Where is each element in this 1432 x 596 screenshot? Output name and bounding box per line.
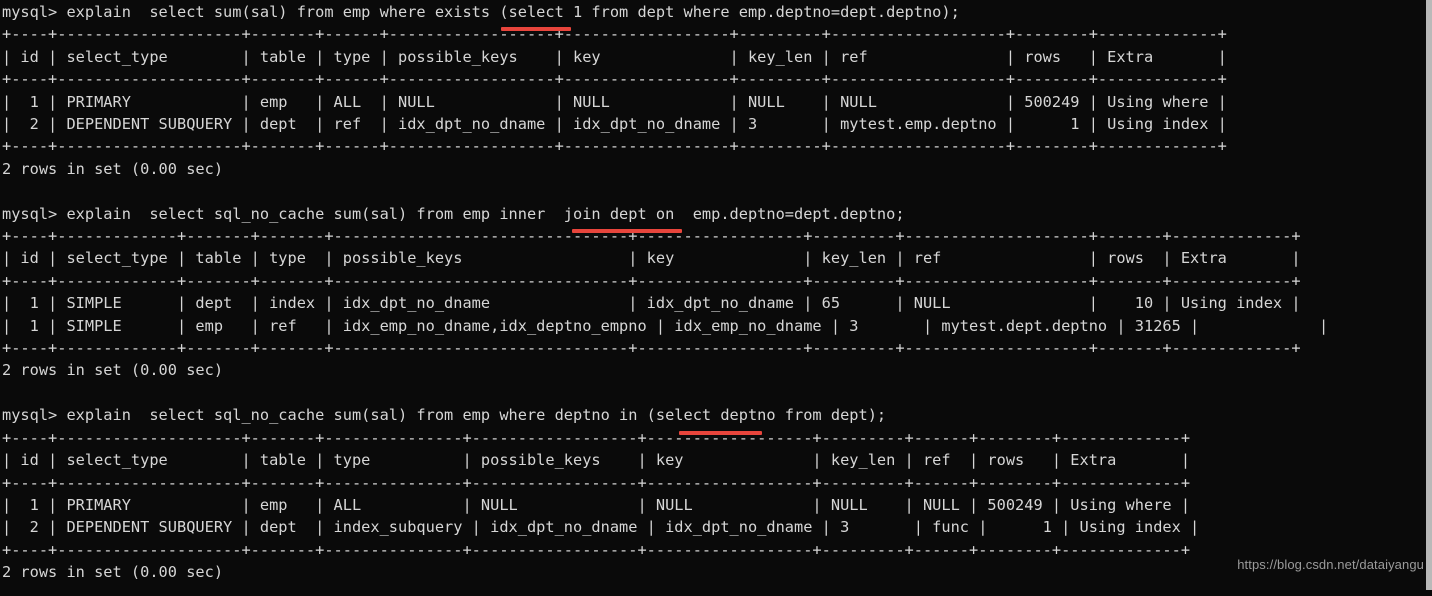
highlight-underline-exists xyxy=(501,27,571,31)
spacer-2 xyxy=(2,382,1432,404)
highlight-underline-inner-join xyxy=(572,229,682,233)
query-line-exists: mysql> explain select sum(sal) from emp … xyxy=(2,3,960,21)
result-line-1: 2 rows in set (0.00 sec) xyxy=(2,159,224,178)
table-border-bottom-1: +----+--------------------+-------+-----… xyxy=(2,137,1227,156)
result-line-2: 2 rows in set (0.00 sec) xyxy=(2,361,224,380)
table-row: | 1 | PRIMARY | emp | ALL | NULL | NULL … xyxy=(2,92,1227,111)
table-row: | 2 | DEPENDENT SUBQUERY | dept | ref | … xyxy=(2,115,1227,134)
table-border-bottom-3: +----+--------------------+-------+-----… xyxy=(2,540,1191,559)
table-border-top-2: +----+-------------+-------+-------+----… xyxy=(2,227,1301,246)
query-line-inner-join: mysql> explain select sql_no_cache sum(s… xyxy=(2,204,905,223)
table-border-mid-3: +----+--------------------+-------+-----… xyxy=(2,473,1191,492)
table-border-mid-2: +----+-------------+-------+-------+----… xyxy=(2,271,1301,290)
table-row: | 1 | PRIMARY | emp | ALL | NULL | NULL … xyxy=(2,495,1191,514)
highlight-underline-in xyxy=(679,431,762,435)
table-row: | 1 | SIMPLE | emp | ref | idx_emp_no_dn… xyxy=(2,316,1329,335)
terminal-window[interactable]: mysql> explain select sum(sal) from emp … xyxy=(0,0,1432,596)
table-border-mid-1: +----+--------------------+-------+-----… xyxy=(2,70,1227,89)
query-line-in-subquery: mysql> explain select sql_no_cache sum(s… xyxy=(2,406,887,425)
bottom-edge-strip xyxy=(0,590,1432,596)
table-header-2: | id | select_type | table | type | poss… xyxy=(2,249,1301,268)
table-header-3: | id | select_type | table | type | poss… xyxy=(2,451,1191,470)
table-header-1: | id | select_type | table | type | poss… xyxy=(2,47,1227,66)
csdn-watermark: https://blog.csdn.net/dataiyangu xyxy=(1237,556,1424,572)
spacer-1 xyxy=(2,180,1432,202)
table-border-top-1: +----+--------------------+-------+-----… xyxy=(2,25,1227,44)
table-row: | 1 | SIMPLE | dept | index | idx_dpt_no… xyxy=(2,294,1301,313)
table-border-bottom-2: +----+-------------+-------+-------+----… xyxy=(2,339,1301,358)
right-edge-strip xyxy=(1426,0,1432,596)
table-row: | 2 | DEPENDENT SUBQUERY | dept | index_… xyxy=(2,518,1200,537)
terminal-screen: mysql> explain select sum(sal) from emp … xyxy=(2,1,1432,584)
result-line-3: 2 rows in set (0.00 sec) xyxy=(2,563,224,582)
